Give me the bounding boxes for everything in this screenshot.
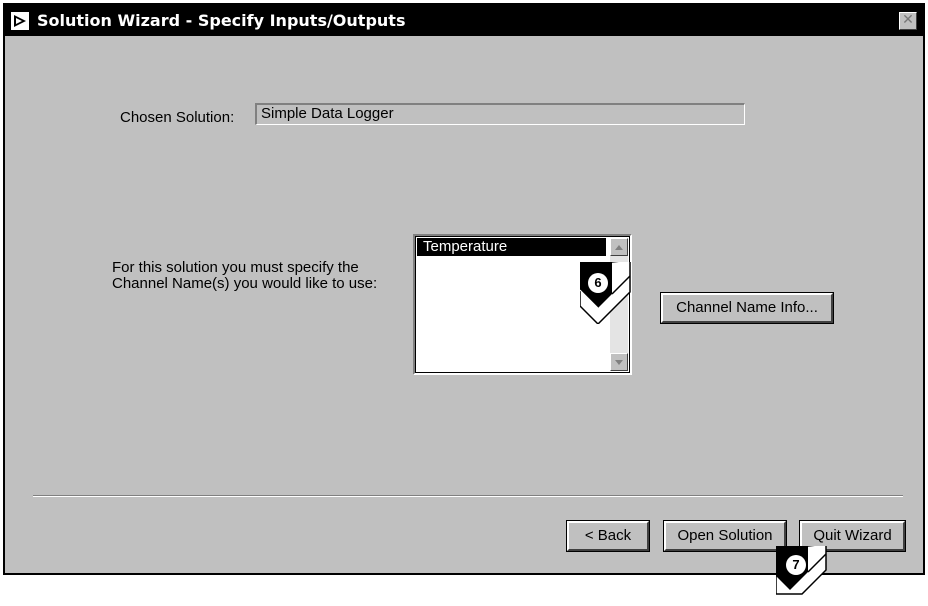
scroll-up-arrow-icon (615, 245, 623, 250)
solution-wizard-window: Solution Wizard - Specify Inputs/Outputs… (3, 3, 925, 575)
callout-arrow-icon: 6 (580, 262, 631, 324)
chosen-solution-field: Simple Data Logger (255, 103, 745, 125)
callout-arrow-icon: 7 (776, 546, 827, 606)
window-title: Solution Wizard - Specify Inputs/Outputs (37, 11, 406, 30)
back-button[interactable]: < Back (566, 520, 650, 552)
labview-window-icon (10, 11, 30, 31)
channel-instruction-line-1: For this solution you must specify the (112, 259, 359, 276)
title-bar[interactable]: Solution Wizard - Specify Inputs/Outputs… (5, 5, 923, 36)
scroll-up-button[interactable] (610, 238, 628, 256)
open-solution-button[interactable]: Open Solution (663, 520, 787, 552)
chosen-solution-label: Chosen Solution: (120, 109, 235, 126)
list-item-temperature[interactable]: Temperature (417, 238, 606, 256)
channel-name-info-button[interactable]: Channel Name Info... (660, 292, 834, 324)
channel-instruction-line-2: Channel Name(s) you would like to use: (112, 275, 378, 292)
scroll-down-arrow-icon (615, 360, 623, 365)
footer-separator (33, 495, 903, 497)
callout-number-6: 6 (588, 273, 608, 293)
close-icon[interactable]: ✕ (899, 12, 917, 30)
callout-number-7: 7 (786, 555, 806, 575)
scroll-down-button[interactable] (610, 353, 628, 371)
